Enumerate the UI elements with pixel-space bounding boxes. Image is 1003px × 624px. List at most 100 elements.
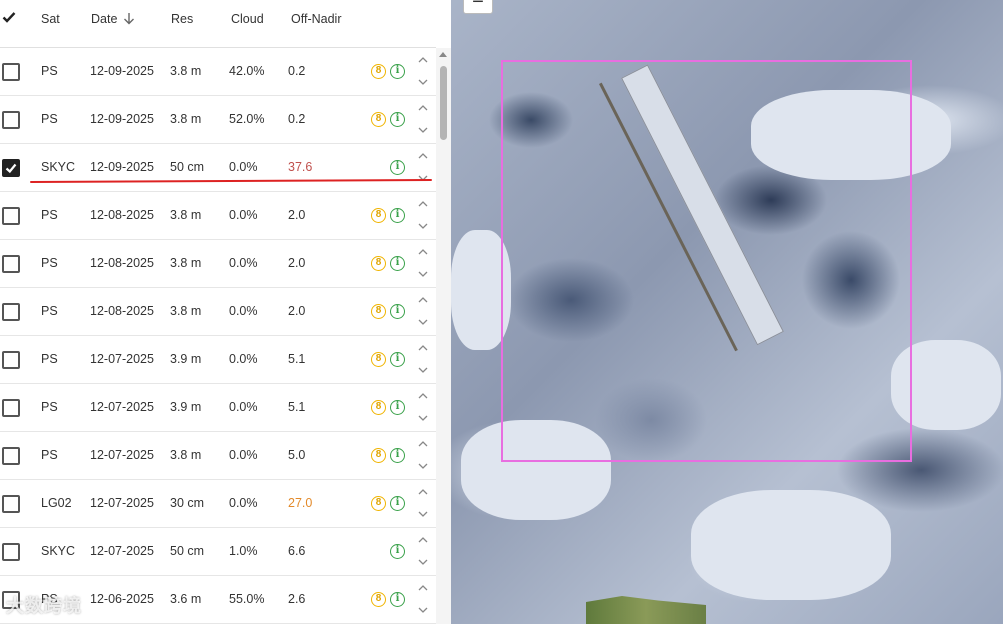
chevron-down-icon[interactable] xyxy=(417,269,429,279)
chevron-down-icon[interactable] xyxy=(417,605,429,615)
cell-off-nadir: 6.6 xyxy=(288,544,306,558)
row-checkbox[interactable] xyxy=(2,303,20,321)
row-checkbox[interactable] xyxy=(2,255,20,273)
map-view[interactable]: − xyxy=(451,0,1003,624)
cell-date: 12-07-2025 xyxy=(90,448,154,462)
column-header-cloud[interactable]: Cloud xyxy=(231,12,264,26)
table-row[interactable]: PS 12-08-2025 3.8 m 0.0% 2.0 8 i xyxy=(0,288,436,336)
checkmark-icon xyxy=(5,163,17,174)
table-row[interactable]: PS 12-09-2025 3.8 m 42.0% 0.2 8 i xyxy=(0,48,436,96)
row-checkbox[interactable] xyxy=(2,495,20,513)
chevron-up-icon[interactable] xyxy=(417,487,429,497)
table-row[interactable]: PS 12-08-2025 3.8 m 0.0% 2.0 8 i xyxy=(0,240,436,288)
cell-cloud: 55.0% xyxy=(229,592,265,606)
row-checkbox[interactable] xyxy=(2,399,20,417)
chevron-up-icon[interactable] xyxy=(417,535,429,545)
chevron-up-icon[interactable] xyxy=(417,583,429,593)
chevron-down-icon[interactable] xyxy=(417,413,429,423)
scrollbar[interactable] xyxy=(436,48,451,624)
info-circle-icon[interactable]: i xyxy=(390,544,405,559)
cell-off-nadir: 0.2 xyxy=(288,112,306,126)
row-checkbox[interactable] xyxy=(2,351,20,369)
table-row[interactable]: PS 12-07-2025 3.9 m 0.0% 5.1 8 i xyxy=(0,384,436,432)
arrow-down-icon[interactable] xyxy=(123,12,135,25)
row-checkbox[interactable] xyxy=(2,543,20,561)
info-circle-icon[interactable]: i xyxy=(390,208,405,223)
cell-sat: PS xyxy=(41,304,58,318)
chevron-up-icon[interactable] xyxy=(417,343,429,353)
number-8-badge-icon[interactable]: 8 xyxy=(371,496,386,511)
results-list: PS 12-09-2025 3.8 m 42.0% 0.2 8 i PS 12-09-2025 3… xyxy=(0,48,436,624)
number-8-badge-icon[interactable]: 8 xyxy=(371,448,386,463)
chevron-up-icon[interactable] xyxy=(417,199,429,209)
number-8-badge-icon[interactable]: 8 xyxy=(371,208,386,223)
table-row[interactable]: PS 12-08-2025 3.8 m 0.0% 2.0 8 i xyxy=(0,192,436,240)
cell-res: 3.8 m xyxy=(170,448,202,462)
info-circle-icon[interactable]: i xyxy=(390,592,405,607)
number-8-badge-icon[interactable]: 8 xyxy=(371,592,386,607)
info-circle-icon[interactable]: i xyxy=(390,256,405,271)
column-header-res[interactable]: Res xyxy=(171,12,193,26)
chevron-up-icon[interactable] xyxy=(417,247,429,257)
info-circle-icon[interactable]: i xyxy=(390,112,405,127)
cell-res: 30 cm xyxy=(170,496,205,510)
chevron-up-icon[interactable] xyxy=(417,103,429,113)
number-8-badge-icon[interactable]: 8 xyxy=(371,64,386,79)
number-8-badge-icon[interactable]: 8 xyxy=(371,352,386,367)
table-row[interactable]: PS 12-07-2025 3.9 m 0.0% 5.1 8 i xyxy=(0,336,436,384)
table-row[interactable]: PS 12-07-2025 3.8 m 0.0% 5.0 8 i xyxy=(0,432,436,480)
chevron-down-icon[interactable] xyxy=(417,509,429,519)
chevron-up-icon[interactable] xyxy=(417,295,429,305)
chevron-up-icon[interactable] xyxy=(417,151,429,161)
row-checkbox[interactable] xyxy=(2,159,20,177)
column-header-sat[interactable]: Sat xyxy=(41,12,60,26)
cell-res: 3.9 m xyxy=(170,400,202,414)
chevron-up-icon[interactable] xyxy=(417,439,429,449)
row-checkbox[interactable] xyxy=(2,63,20,81)
info-circle-icon[interactable]: i xyxy=(390,352,405,367)
chevron-down-icon[interactable] xyxy=(417,557,429,567)
zoom-out-button[interactable]: − xyxy=(463,0,493,14)
info-circle-icon[interactable]: i xyxy=(390,448,405,463)
chevron-down-icon[interactable] xyxy=(417,125,429,135)
table-row[interactable]: PS 12-09-2025 3.8 m 52.0% 0.2 8 i xyxy=(0,96,436,144)
cell-res: 50 cm xyxy=(170,160,205,174)
cell-date: 12-06-2025 xyxy=(90,592,154,606)
number-8-badge-icon[interactable]: 8 xyxy=(371,304,386,319)
cell-off-nadir: 0.2 xyxy=(288,64,306,78)
cell-date: 12-08-2025 xyxy=(90,304,154,318)
number-8-badge-icon[interactable]: 8 xyxy=(371,256,386,271)
chevron-down-icon[interactable] xyxy=(417,317,429,327)
column-header-date[interactable]: Date xyxy=(91,12,135,26)
info-circle-icon[interactable]: i xyxy=(390,64,405,79)
cell-sat: PS xyxy=(41,400,58,414)
area-of-interest-outline[interactable] xyxy=(501,60,912,462)
table-row[interactable]: SKYC 12-09-2025 50 cm 0.0% 37.6 i xyxy=(0,144,436,192)
info-circle-icon[interactable]: i xyxy=(390,400,405,415)
chevron-down-icon[interactable] xyxy=(417,461,429,471)
info-circle-icon[interactable]: i xyxy=(390,496,405,511)
cell-sat: PS xyxy=(41,208,58,222)
cell-cloud: 1.0% xyxy=(229,544,258,558)
info-circle-icon[interactable]: i xyxy=(390,160,405,175)
row-checkbox[interactable] xyxy=(2,111,20,129)
chevron-up-icon[interactable] xyxy=(417,391,429,401)
row-checkbox[interactable] xyxy=(2,447,20,465)
number-8-badge-icon[interactable]: 8 xyxy=(371,112,386,127)
scroll-up-icon[interactable] xyxy=(439,52,447,57)
cell-off-nadir: 37.6 xyxy=(288,160,313,174)
scroll-thumb[interactable] xyxy=(440,66,447,140)
table-row[interactable]: SKYC 12-07-2025 50 cm 1.0% 6.6 i xyxy=(0,528,436,576)
row-checkbox[interactable] xyxy=(2,207,20,225)
chevron-down-icon[interactable] xyxy=(417,77,429,87)
info-circle-icon[interactable]: i xyxy=(390,304,405,319)
cell-date: 12-09-2025 xyxy=(90,112,154,126)
column-header-off-nadir[interactable]: Off-Nadir xyxy=(291,12,341,26)
select-all-checkmark-icon[interactable] xyxy=(2,10,16,24)
chevron-down-icon[interactable] xyxy=(417,365,429,375)
chevron-up-icon[interactable] xyxy=(417,55,429,65)
table-row[interactable]: LG02 12-07-2025 30 cm 0.0% 27.0 8 i xyxy=(0,480,436,528)
number-8-badge-icon[interactable]: 8 xyxy=(371,400,386,415)
cell-res: 3.8 m xyxy=(170,208,202,222)
chevron-down-icon[interactable] xyxy=(417,221,429,231)
